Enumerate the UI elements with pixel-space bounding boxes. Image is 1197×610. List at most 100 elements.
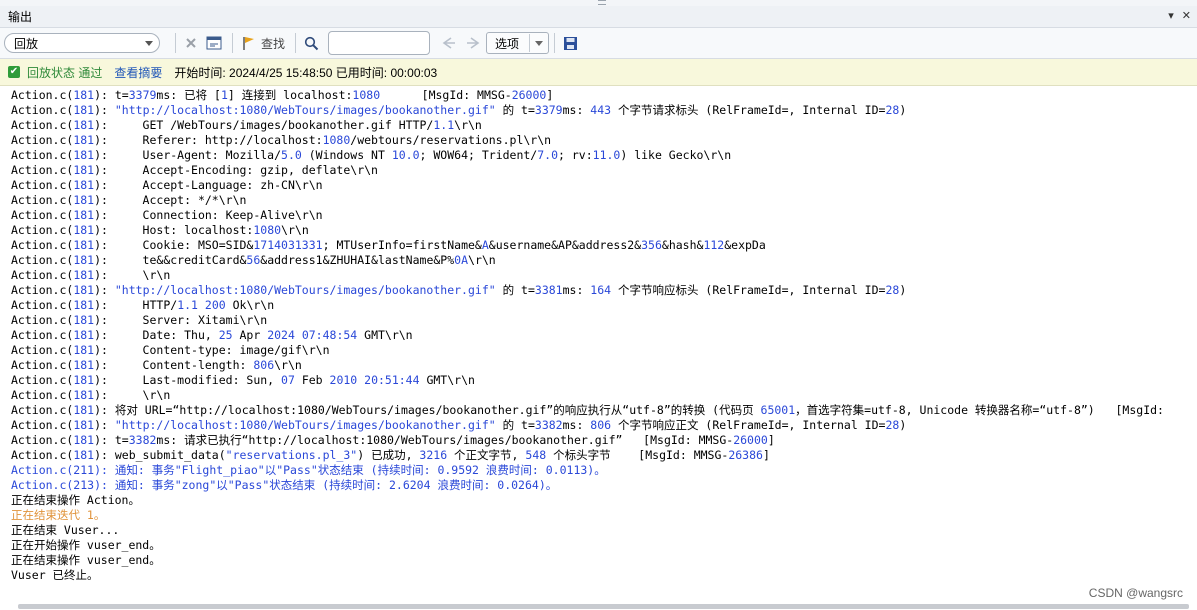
view-summary-link[interactable]: 查看摘要 [114, 64, 162, 81]
log-segment: 181 [73, 448, 95, 462]
log-segment: 正在结束迭代 1。 [11, 508, 106, 522]
log-segment: 65001 [760, 403, 796, 417]
log-segment: ms: [562, 283, 591, 297]
log-line: Action.c(181): Server: Xitami\r\n [11, 313, 1197, 328]
log-segment: Action.c( [11, 148, 74, 162]
log-segment: ): User-Agent: Mozilla/ [94, 148, 282, 162]
save-button[interactable] [560, 32, 581, 54]
output-toolbar: 回放 查找 选项 [0, 28, 1197, 59]
log-segment: ) 已成功, [357, 448, 420, 462]
log-segment: Action.c( [11, 328, 74, 342]
log-segment: 5.0 [281, 148, 302, 162]
log-segment: 3382 [534, 418, 563, 432]
log-segment: 的 t= [495, 418, 535, 432]
log-segment: Action.c(211): 通知: 事务"Flight_piao"以"Pass… [11, 463, 606, 477]
log-segment: 28 [885, 103, 900, 117]
log-segment: Action.c( [11, 193, 74, 207]
log-line: 正在结束迭代 1。 [11, 508, 1197, 523]
log-segment: 443 [590, 103, 612, 117]
log-segment: ): Accept-Encoding: gzip, deflate\r\n [94, 163, 378, 177]
log-segment: 0A [454, 253, 469, 267]
log-segment: 181 [73, 358, 95, 372]
log-segment: 正在结束 Vuser... [11, 523, 120, 537]
log-segment: A [481, 238, 489, 252]
log-segment: 1714031331 [253, 238, 323, 252]
log-line: Action.c(181): t=3379ms: 已将 [1] 连接到 loca… [11, 88, 1197, 103]
log-line: Action.c(213): 通知: 事务"zong"以"Pass"状态结束 (… [11, 478, 1197, 493]
log-segment: Action.c(213): 通知: 事务"zong"以"Pass"状态结束 (… [11, 478, 558, 492]
log-segment: 181 [73, 418, 95, 432]
log-segment: ) [899, 103, 907, 117]
log-line: Action.c(181): "http://localhost:1080/We… [11, 103, 1197, 118]
log-segment: 56 [246, 253, 261, 267]
log-segment: 个正文字节, [447, 448, 526, 462]
log-segment: ): \r\n [94, 268, 171, 282]
log-segment: ): Cookie: MSO=SID& [94, 238, 254, 252]
log-segment: ms: [562, 418, 591, 432]
pin-menu-icon[interactable]: ▾ [1168, 9, 1174, 22]
log-segment: 181 [73, 313, 95, 327]
check-icon: ✔ [8, 66, 20, 78]
log-segment: Action.c( [11, 178, 74, 192]
log-segment: Apr [232, 328, 268, 342]
log-segment: ): web_submit_data( [94, 448, 226, 462]
log-segment: ): Last-modified: Sun, [94, 373, 282, 387]
search-button[interactable] [301, 32, 322, 54]
clear-button[interactable] [181, 32, 201, 54]
log-line: Action.c(181): User-Agent: Mozilla/5.0 (… [11, 148, 1197, 163]
log-segment: 181 [73, 133, 95, 147]
log-segment: 20:51:44 [357, 373, 420, 387]
log-segment: &expDa [724, 238, 766, 252]
log-segment: 个字节响应标头 (RelFrameId=, Internal ID= [611, 283, 886, 297]
log-line: Action.c(181): "http://localhost:1080/We… [11, 418, 1197, 433]
log-segment: GMT\r\n [419, 373, 475, 387]
log-segment: ): Accept-Language: zh-CN\r\n [94, 178, 323, 192]
log-segment: &hash& [661, 238, 704, 252]
log-segment: 181 [73, 148, 95, 162]
log-line: 正在结束操作 vuser_end。 [11, 553, 1197, 568]
log-segment: 25 [218, 328, 233, 342]
log-segment: ) [899, 283, 907, 297]
log-segment: 181 [73, 178, 95, 192]
toolbar-divider [232, 33, 233, 53]
output-log[interactable]: Action.c(181): t=3379ms: 已将 [1] 连接到 loca… [0, 88, 1197, 602]
find-button[interactable]: 查找 [238, 32, 288, 54]
log-segment: \r\n [454, 118, 482, 132]
arrow-right-icon [467, 37, 480, 49]
log-segment: 3379 [128, 88, 157, 102]
log-segment: \r\n [468, 253, 496, 267]
mode-select[interactable]: 回放 [4, 33, 160, 53]
close-icon[interactable]: ✕ [1182, 9, 1191, 22]
log-segment: 181 [73, 298, 95, 312]
find-next-button[interactable] [462, 32, 484, 54]
find-previous-button[interactable] [438, 32, 460, 54]
log-segment: 1080 [253, 223, 282, 237]
search-input[interactable] [328, 31, 431, 55]
log-segment: Action.c( [11, 433, 74, 447]
log-segment: Vuser 已终止。 [11, 568, 99, 582]
log-segment: 26000 [511, 88, 547, 102]
log-segment: \r\n [281, 223, 309, 237]
options-dropdown[interactable]: 选项 [486, 32, 550, 54]
log-segment: 181 [73, 328, 95, 342]
log-line: Action.c(181): \r\n [11, 268, 1197, 283]
log-segment: 181 [73, 163, 95, 177]
open-log-button[interactable] [203, 32, 225, 54]
log-segment: ): te&&creditCard& [94, 253, 247, 267]
log-segment: Action.c( [11, 253, 74, 267]
log-segment: 28 [885, 418, 900, 432]
log-line: Action.c(181): "http://localhost:1080/We… [11, 283, 1197, 298]
log-segment: Action.c( [11, 358, 74, 372]
log-segment: 181 [73, 223, 95, 237]
find-label: 查找 [261, 36, 286, 51]
log-segment: 181 [73, 253, 95, 267]
log-segment: Action.c( [11, 268, 74, 282]
log-segment: ，首选字符集=utf-8, Unicode 转换器名称=“utf-8”) [Ms… [795, 403, 1164, 417]
log-segment: ] [767, 433, 775, 447]
log-segment: ] [762, 448, 770, 462]
log-segment: 181 [73, 283, 95, 297]
horizontal-scrollbar[interactable] [18, 604, 1189, 609]
log-segment: ): Accept: */*\r\n [94, 193, 247, 207]
log-segment: &username&AP&address2& [488, 238, 642, 252]
log-segment: Action.c( [11, 448, 74, 462]
